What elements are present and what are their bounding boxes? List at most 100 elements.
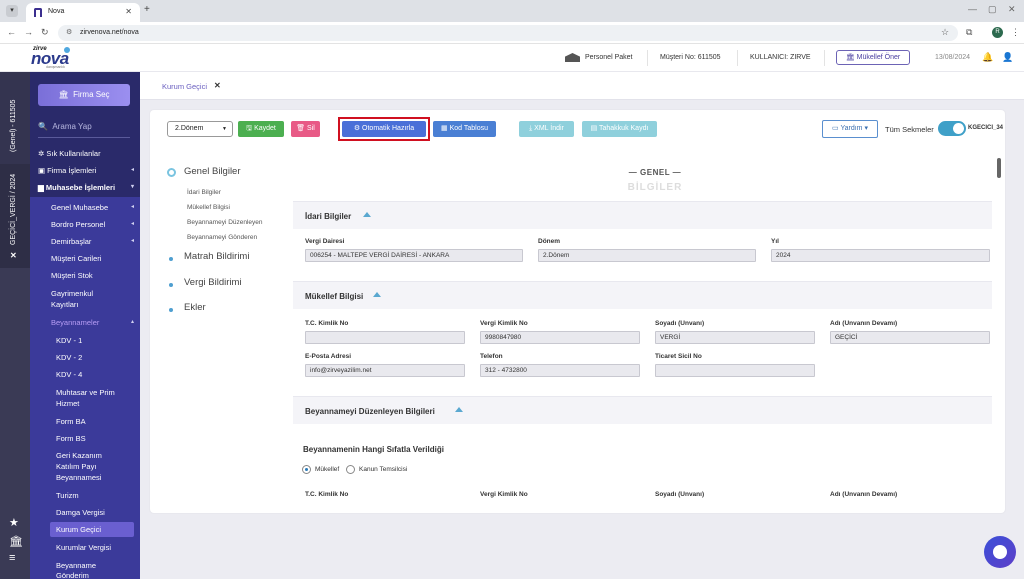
sidebar-item-muhtasar-line2[interactable]: Hizmet [30, 399, 140, 408]
eposta-field[interactable]: info@zirveyazilim.net [305, 364, 465, 377]
sidebar-item-kdv4[interactable]: KDV - 4 [30, 370, 140, 379]
ticaret-label: Ticaret Sicil No [655, 353, 702, 360]
soyadi-field[interactable]: VERGİ [655, 331, 815, 344]
all-tabs-toggle[interactable] [938, 121, 966, 136]
vergi-dairesi-field[interactable]: 006254 - MALTEPE VERGİ DAİRESİ - ANKARA [305, 249, 523, 262]
nav-vergi-bildirimi[interactable]: Vergi Bildirimi [184, 277, 242, 288]
telefon-field[interactable]: 312 - 4732800 [480, 364, 640, 377]
ekler-nav-dot-icon [169, 308, 173, 312]
reload-icon[interactable]: ↻ [41, 27, 49, 38]
nav-idari-bilgiler[interactable]: İdari Bilgiler [187, 189, 221, 196]
code-table-button[interactable]: ▦ Kod Tablosu [433, 121, 496, 137]
save-button[interactable]: 🖫 Kaydet [238, 121, 284, 137]
tab-list-dropdown[interactable]: ▾ [6, 5, 18, 17]
sidebar-item-stok[interactable]: Müşteri Stok [30, 271, 140, 280]
sidebar-item-muhtasar[interactable]: Muhtasar ve Prim [30, 388, 140, 397]
collapse-caret-icon[interactable] [455, 407, 463, 412]
menu-icon[interactable]: ≡ [9, 552, 15, 564]
collapse-caret-icon[interactable] [363, 212, 371, 217]
nav-mukellef-bilgisi[interactable]: Mükellef Bilgisi [187, 204, 230, 211]
chat-button[interactable] [984, 536, 1016, 568]
donem-field[interactable]: 2.Dönem [538, 249, 756, 262]
restore-icon[interactable]: ▢ [988, 4, 997, 15]
duzenleyen-section-title: Beyannameyi Düzenleyen Bilgileri [305, 407, 435, 416]
close-declaration-icon[interactable]: ✕ [10, 251, 17, 260]
sidebar-item-cariler[interactable]: Müşteri Carileri [30, 254, 140, 263]
nav-beyannameyi-duzenleyen[interactable]: Beyannameyi Düzenleyen [187, 219, 263, 226]
adi-field[interactable]: GEÇİCİ [830, 331, 990, 344]
sidebar-item-firma[interactable]: ▣ Firma İşlemleri ◂ [30, 166, 140, 175]
forward-icon[interactable]: → [24, 27, 33, 37]
delete-button[interactable]: 🗑 Sil [291, 121, 320, 137]
all-tabs-label: Tüm Sekmeler [885, 125, 934, 134]
nav-beyannameyi-gonderen[interactable]: Beyannameyi Gönderen [187, 234, 257, 241]
sidebar-item-bordro[interactable]: Bordro Personel ◂ [30, 220, 140, 229]
sidebar-item-turizm[interactable]: Turizm [30, 491, 140, 500]
browser-tab[interactable]: Nova ✕ [26, 3, 140, 22]
close-window-icon[interactable]: ✕ [1008, 4, 1016, 15]
sidebar-search-input[interactable]: 🔍 Arama Yap [38, 122, 130, 138]
profile-avatar[interactable]: R [992, 27, 1003, 38]
sidebar-item-genel[interactable]: Genel Muhasebe ◂ [30, 203, 140, 212]
nav-matrah-bildirimi[interactable]: Matrah Bildirimi [184, 251, 249, 262]
sidebar-item-frequent[interactable]: ✲ Sık Kullanılanlar [30, 149, 140, 158]
panel-scrollbar[interactable] [997, 158, 1001, 178]
sidebar-item-gkp[interactable]: Geri Kazanım [30, 451, 140, 460]
sidebar-item-beyanname-gonderim[interactable]: Beyanname [30, 561, 140, 570]
sidebar-item-kurumlar[interactable]: Kurumlar Vergisi [30, 543, 140, 552]
company-label[interactable]: (Genel) - 611505 [10, 100, 17, 152]
radio-kanun-temsilcisi[interactable] [346, 465, 355, 474]
new-tab-icon[interactable]: + [144, 4, 150, 15]
browser-menu-icon[interactable]: ⋮ [1011, 27, 1020, 38]
sidebar-item-damga[interactable]: Damga Vergisi [30, 508, 140, 517]
help-button[interactable]: ▭ Yardım ▾ [822, 120, 878, 138]
extensions-icon[interactable]: ⧉ [966, 27, 972, 38]
tab-close-icon[interactable]: ✕ [125, 7, 132, 16]
back-icon[interactable]: ← [7, 27, 16, 37]
duzenleyen-section-header[interactable]: Beyannameyi Düzenleyen Bilgileri [293, 396, 992, 424]
favorites-star-icon[interactable]: ★ [9, 516, 19, 529]
sidebar-item-gayrimenkul[interactable]: Gayrimenkul [30, 289, 140, 298]
sidebar-item-kurum-gecici[interactable]: Kurum Geçici [30, 525, 140, 534]
sidebar-item-gayrimenkul-line2[interactable]: Kayıtları [30, 300, 140, 309]
address-bar: ← → ↻ ⚙ zirvenova.net/nova ☆ ⧉ ⋮ [0, 22, 1024, 44]
bank-icon[interactable]: 🏛 [9, 535, 23, 548]
firma-sec-button[interactable]: 🏛 Firma Seç [38, 84, 130, 106]
notification-bell-icon[interactable]: 🔔 [982, 52, 993, 63]
sidebar-item-muhasebe[interactable]: ▆ Muhasebe İşlemleri ▾ [30, 183, 140, 192]
site-info-icon[interactable]: ⚙ [66, 28, 72, 36]
sidebar-item-formbs[interactable]: Form BS [30, 434, 140, 443]
yil-field[interactable]: 2024 [771, 249, 990, 262]
minimize-icon[interactable]: — [968, 4, 977, 14]
nav-genel-bilgiler[interactable]: Genel Bilgiler [184, 166, 241, 177]
mukellef-section-header[interactable]: Mükellef Bilgisi [293, 281, 992, 309]
breadcrumb-tab[interactable]: Kurum Geçici [162, 82, 207, 91]
url-field[interactable]: ⚙ zirvenova.net/nova [58, 25, 958, 41]
ticaret-field[interactable] [655, 364, 815, 377]
chat-bubble-icon [993, 545, 1007, 559]
user-profile-icon[interactable]: 👤 [1002, 52, 1013, 63]
sidebar-item-kdv1[interactable]: KDV - 1 [30, 336, 140, 345]
nav-ekler[interactable]: Ekler [184, 302, 206, 313]
tc-field[interactable] [305, 331, 465, 344]
bookmark-star-icon[interactable]: ☆ [941, 27, 949, 38]
breadcrumb-close-icon[interactable]: ✕ [214, 81, 221, 90]
yil-label: Yıl [771, 238, 779, 245]
sidebar-item-beyannameler[interactable]: Beyannameler ▴ [30, 318, 140, 327]
sidebar-item-demirbas[interactable]: Demirbaşlar ◂ [30, 237, 140, 246]
sidebar-item-gkp-line2[interactable]: Katılım Payı [30, 462, 140, 471]
radio-mukellef[interactable] [302, 465, 311, 474]
vkn-field[interactable]: 9980847980 [480, 331, 640, 344]
collapse-caret-icon[interactable] [373, 292, 381, 297]
xml-download-button[interactable]: ⤓ XML İndir [519, 121, 574, 137]
sidebar-item-kdv2[interactable]: KDV - 2 [30, 353, 140, 362]
sifat-title: Beyannamenin Hangi Sıfatla Verildiği [303, 445, 444, 454]
period-select[interactable]: 2.Dönem ▼ [167, 121, 233, 137]
sidebar-item-beyanname-gonderim-line2[interactable]: Gönderim [30, 571, 140, 579]
idari-section-header[interactable]: İdari Bilgiler [293, 201, 992, 229]
active-declaration-label[interactable]: GEÇİCİ_VERGİ / 2024 [10, 174, 17, 245]
sidebar-item-gkp-line3[interactable]: Beyannamesi [30, 473, 140, 482]
sidebar-item-formba[interactable]: Form BA [30, 417, 140, 426]
mukellef-oner-button[interactable]: 🏛 Mükellef Öner [836, 50, 910, 65]
accrual-record-button[interactable]: ▤ Tahakkuk Kaydı [582, 121, 657, 137]
